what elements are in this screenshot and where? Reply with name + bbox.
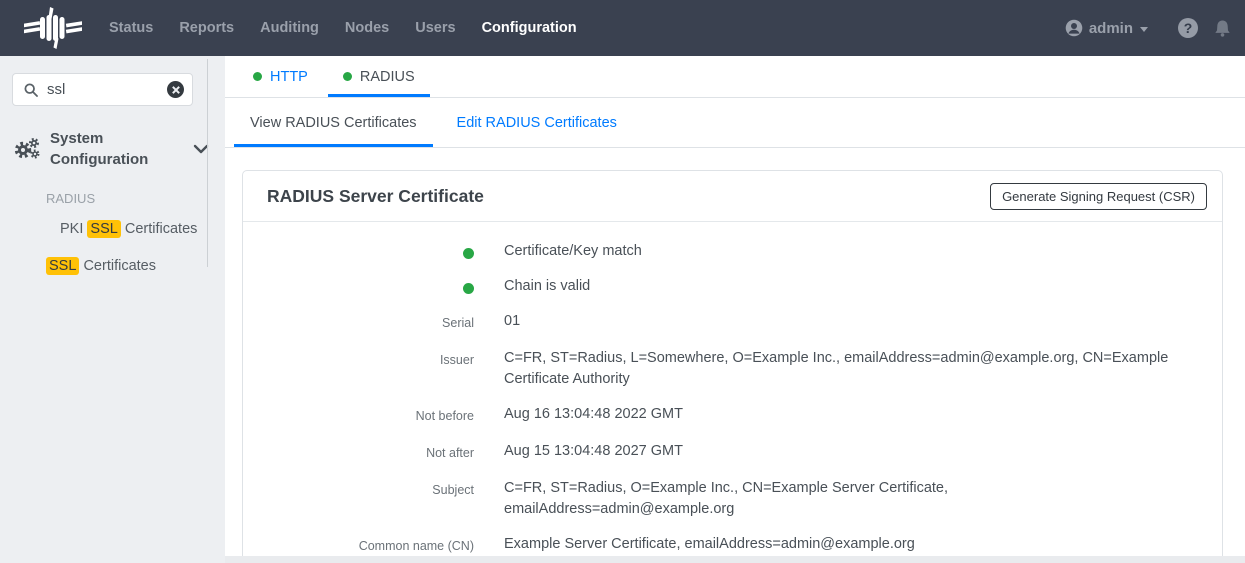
tab-radius[interactable]: RADIUS bbox=[328, 56, 430, 97]
row-label: Issuer bbox=[267, 348, 474, 390]
row-value: C=FR, ST=Radius, L=Somewhere, O=Example … bbox=[504, 348, 1198, 390]
row-label: Not before bbox=[267, 404, 474, 427]
row-label: Not after bbox=[267, 441, 474, 464]
certificate-row: Serial 01 bbox=[267, 304, 1198, 341]
row-label bbox=[267, 241, 474, 262]
navbar-menu: StatusReportsAuditingNodesUsersConfigura… bbox=[96, 0, 590, 56]
sidebar-items: PKI SSL Certificates SSL Certificates bbox=[0, 220, 225, 275]
sidebar: System Configuration RADIUS PKI SSL Cert… bbox=[0, 56, 225, 563]
page-body: System Configuration RADIUS PKI SSL Cert… bbox=[0, 56, 1245, 563]
sidebar-item[interactable]: PKI SSL Certificates bbox=[0, 220, 225, 238]
sidebar-search bbox=[12, 73, 193, 106]
tabs-row: HTTP RADIUS bbox=[225, 56, 1245, 98]
subtab-label: View RADIUS Certificates bbox=[250, 115, 417, 131]
sidebar-section-label: System Configuration bbox=[50, 128, 162, 170]
navbar-item-users[interactable]: Users bbox=[402, 0, 468, 56]
notifications-button[interactable] bbox=[1214, 19, 1231, 38]
packetfence-logo-icon[interactable] bbox=[18, 6, 88, 50]
row-label: Common name (CN) bbox=[267, 534, 474, 557]
search-highlight: SSL bbox=[46, 257, 79, 275]
navbar-item-reports[interactable]: Reports bbox=[166, 0, 247, 56]
row-value: 01 bbox=[504, 311, 1198, 334]
row-value: Chain is valid bbox=[504, 276, 1198, 297]
certificate-row: Not after Aug 15 13:04:48 2027 GMT bbox=[267, 434, 1198, 471]
search-icon bbox=[24, 83, 38, 97]
certificate-row: Not before Aug 16 13:04:48 2022 GMT bbox=[267, 397, 1198, 434]
sidebar-section-system-configuration[interactable]: System Configuration bbox=[0, 128, 225, 170]
row-label: Subject bbox=[267, 478, 474, 520]
row-label: Serial bbox=[267, 311, 474, 334]
horizontal-scrollbar[interactable] bbox=[225, 556, 1245, 563]
status-ok-dot-icon bbox=[463, 248, 474, 259]
navbar-right: admin ? bbox=[1065, 18, 1237, 38]
certificate-row: Issuer C=FR, ST=Radius, L=Somewhere, O=E… bbox=[267, 341, 1198, 397]
card-body: Certificate/Key match Chain is valid Ser… bbox=[243, 222, 1222, 563]
subtab[interactable]: View RADIUS Certificates bbox=[234, 98, 433, 147]
sidebar-item-text: Certificates bbox=[79, 258, 156, 274]
row-value: Aug 15 13:04:48 2027 GMT bbox=[504, 441, 1198, 464]
search-highlight: SSL bbox=[87, 220, 120, 238]
help-button[interactable]: ? bbox=[1178, 18, 1198, 38]
status-dot-icon bbox=[253, 72, 262, 81]
subtabs-row: View RADIUS Certificates Edit RADIUS Cer… bbox=[225, 98, 1245, 148]
sidebar-item-text: Certificates bbox=[121, 221, 198, 237]
user-name: admin bbox=[1089, 20, 1133, 37]
user-menu[interactable]: admin bbox=[1065, 19, 1148, 37]
clear-search-icon[interactable] bbox=[167, 81, 184, 98]
certificate-row: Certificate/Key match bbox=[267, 234, 1198, 269]
sidebar-group-header: RADIUS bbox=[0, 191, 225, 206]
row-value: C=FR, ST=Radius, O=Example Inc., CN=Exam… bbox=[504, 478, 1198, 520]
tab-label: RADIUS bbox=[360, 69, 415, 85]
navbar-item-nodes[interactable]: Nodes bbox=[332, 0, 402, 56]
search-input[interactable] bbox=[47, 81, 167, 98]
subtab[interactable]: Edit RADIUS Certificates bbox=[441, 98, 633, 147]
cogs-icon bbox=[13, 136, 41, 162]
card-header: RADIUS Server Certificate Generate Signi… bbox=[243, 171, 1222, 222]
navbar-item-status[interactable]: Status bbox=[96, 0, 166, 56]
navbar-item-auditing[interactable]: Auditing bbox=[247, 0, 332, 56]
navbar: StatusReportsAuditingNodesUsersConfigura… bbox=[0, 0, 1245, 56]
certificate-row: Subject C=FR, ST=Radius, O=Example Inc.,… bbox=[267, 471, 1198, 527]
certificate-card: RADIUS Server Certificate Generate Signi… bbox=[242, 170, 1223, 563]
navbar-item-configuration[interactable]: Configuration bbox=[469, 0, 590, 56]
row-value: Certificate/Key match bbox=[504, 241, 1198, 262]
caret-down-icon bbox=[1140, 27, 1148, 32]
status-ok-dot-icon bbox=[463, 283, 474, 294]
sidebar-item-text: PKI bbox=[60, 221, 87, 237]
row-label bbox=[267, 276, 474, 297]
user-icon bbox=[1065, 19, 1083, 37]
question-icon: ? bbox=[1184, 20, 1193, 36]
bell-icon bbox=[1214, 19, 1231, 38]
generate-csr-button[interactable]: Generate Signing Request (CSR) bbox=[990, 183, 1207, 210]
card-title: RADIUS Server Certificate bbox=[267, 186, 484, 207]
tab-http[interactable]: HTTP bbox=[238, 56, 323, 97]
certificate-row: Chain is valid bbox=[267, 269, 1198, 304]
subtab-label: Edit RADIUS Certificates bbox=[457, 115, 617, 131]
row-value: Aug 16 13:04:48 2022 GMT bbox=[504, 404, 1198, 427]
status-dot-icon bbox=[343, 72, 352, 81]
tab-label: HTTP bbox=[270, 69, 308, 85]
row-value: Example Server Certificate, emailAddress… bbox=[504, 534, 1198, 557]
sidebar-divider bbox=[207, 59, 208, 267]
main-content: HTTP RADIUS View RADIUS Certificates Edi… bbox=[225, 56, 1245, 563]
sidebar-item[interactable]: SSL Certificates bbox=[0, 257, 225, 275]
